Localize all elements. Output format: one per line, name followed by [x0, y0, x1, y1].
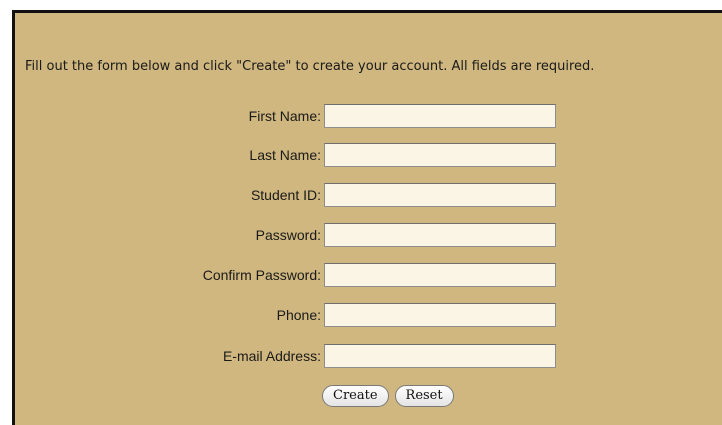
form-row-phone: Phone:	[15, 303, 715, 329]
student-id-input[interactable]	[324, 183, 556, 207]
form-row-first-name: First Name:	[15, 104, 715, 130]
form-buttons: Create Reset	[322, 385, 460, 409]
password-input[interactable]	[324, 223, 556, 247]
email-input[interactable]	[324, 344, 556, 368]
confirm-password-label: Confirm Password:	[202, 267, 321, 283]
form-row-password: Password:	[15, 223, 715, 249]
last-name-label: Last Name:	[249, 147, 321, 163]
phone-label: Phone:	[276, 307, 321, 323]
email-label: E-mail Address:	[222, 348, 321, 364]
form-row-student-id: Student ID:	[15, 183, 715, 209]
student-id-label: Student ID:	[250, 187, 321, 203]
reset-button[interactable]: Reset	[394, 385, 454, 407]
confirm-password-input[interactable]	[324, 263, 556, 287]
phone-input[interactable]	[324, 303, 556, 327]
form-row-confirm-password: Confirm Password:	[15, 263, 715, 289]
form-instructions: Fill out the form below and click "Creat…	[25, 59, 595, 74]
first-name-label: First Name:	[248, 108, 321, 124]
form-row-last-name: Last Name:	[15, 143, 715, 169]
password-label: Password:	[255, 227, 321, 243]
account-form-panel: Fill out the form below and click "Creat…	[12, 10, 722, 425]
form-row-email: E-mail Address:	[15, 344, 715, 370]
last-name-input[interactable]	[324, 143, 556, 167]
create-button[interactable]: Create	[322, 385, 389, 407]
first-name-input[interactable]	[324, 104, 556, 128]
